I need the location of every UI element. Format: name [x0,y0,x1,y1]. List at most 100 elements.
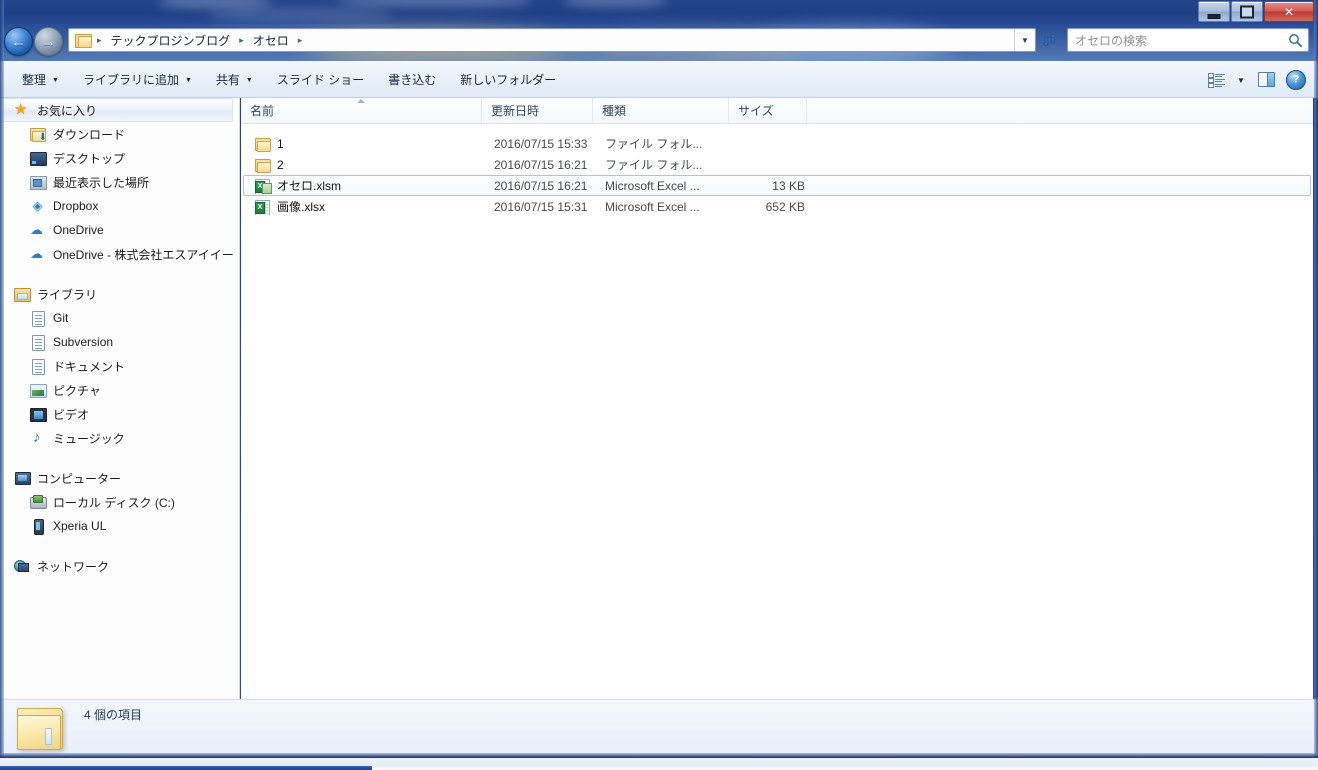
minimize-button[interactable] [1198,1,1230,22]
column-header-type[interactable]: 種類 [593,98,729,123]
sidebar-item-xperia[interactable]: Xperia UL [0,514,239,538]
restore-button[interactable] [1231,1,1263,22]
taskbar[interactable] [0,757,1318,770]
sidebar-group-favorites[interactable]: ★ お気に入り [0,98,233,122]
breadcrumb-separator[interactable]: ▸ [92,35,107,46]
column-header-type-label: 種類 [602,104,627,118]
close-icon: ✕ [1283,4,1295,19]
share-button[interactable]: 共有 ▼ [204,66,265,93]
breadcrumb-item-1[interactable]: オセロ [249,30,293,51]
folder-icon [255,136,271,152]
command-toolbar: 整理 ▼ ライブラリに追加 ▼ 共有 ▼ スライド ショー 書き込む 新しいフォ… [0,61,1318,98]
refresh-button[interactable] [1038,28,1062,52]
sidebar-item-pictures[interactable]: ピクチャ [0,378,239,402]
navigation-pane[interactable]: ★ お気に入り ⬇ ダウンロード デスクトップ 最近表示した場所 ◈ Dropb… [0,98,240,699]
sidebar-item-desktop[interactable]: デスクトップ [0,146,239,170]
window-frame-left [0,0,4,757]
view-options-icon [1207,72,1225,88]
burn-button[interactable]: 書き込む [376,66,448,93]
title-bar[interactable]: ✕ [0,0,1318,24]
table-row[interactable]: X 画像.xlsx 2016/07/15 15:31 Microsoft Exc… [243,196,1311,217]
column-header-row: 名前 更新日時 種類 サイズ [241,98,1313,124]
videos-icon [30,406,47,422]
address-bar-row: ← → ▼ ▸ テックプロジンブログ ▸ オセロ ▸ [0,24,1318,61]
sidebar-item-dropbox[interactable]: ◈ Dropbox [0,194,239,218]
sidebar-item-documents-label: ドキュメント [53,359,126,374]
sidebar-item-music[interactable]: ♪ ミュージック [0,426,239,450]
view-dropdown-button[interactable]: ▼ [1232,67,1250,93]
sidebar-item-subversion[interactable]: Subversion [0,330,239,354]
file-type-cell: Microsoft Excel ... [605,199,700,214]
sidebar-item-onedrive[interactable]: ☁ OneDrive [0,218,239,242]
sidebar-item-recent-places-label: 最近表示した場所 [53,175,150,190]
sidebar-item-onedrive-business[interactable]: ☁ OneDrive - 株式会社エスアイイー [0,242,239,266]
table-row[interactable]: 1 2016/07/15 15:33 ファイル フォル... [243,133,1311,154]
file-date-cell: 2016/07/15 15:33 [494,136,588,151]
address-dropdown-button[interactable]: ▼ [1014,29,1035,51]
breadcrumb-item-0[interactable]: テックプロジンブログ [107,30,235,51]
chevron-down-icon: ▼ [184,77,192,84]
sidebar-item-local-disk[interactable]: ローカル ディスク (C:) [0,490,239,514]
chevron-down-icon: ▼ [52,77,59,84]
help-button[interactable]: ? [1282,67,1310,93]
sidebar-item-local-disk-label: ローカル ディスク (C:) [53,495,175,510]
column-header-date[interactable]: 更新日時 [482,98,593,123]
pictures-icon [30,382,47,398]
sidebar-item-recent-places[interactable]: 最近表示した場所 [0,170,239,194]
sidebar-group-network-label: ネットワーク [37,559,110,574]
column-header-name[interactable]: 名前 [241,98,482,123]
search-icon [1282,33,1308,48]
column-header-name-label: 名前 [250,104,275,118]
forward-button[interactable]: → [34,27,63,56]
sidebar-item-videos-label: ビデオ [53,407,90,422]
sidebar-group-libraries[interactable]: ライブラリ [0,282,239,306]
sidebar-item-desktop-label: デスクトップ [53,151,126,166]
slideshow-button[interactable]: スライド ショー [265,66,376,93]
search-input[interactable]: オセロの検索 [1068,32,1282,49]
preview-pane-button[interactable] [1252,67,1280,93]
add-to-library-button[interactable]: ライブラリに追加 ▼ [71,66,204,93]
library-folder-icon [30,334,46,351]
sidebar-group-network[interactable]: ネットワーク [0,554,239,578]
library-icon [14,286,31,302]
documents-icon [30,358,46,375]
sidebar-group-computer[interactable]: コンピューター [0,466,239,490]
folder-icon [255,157,271,173]
sidebar-item-music-label: ミュージック [53,431,125,446]
sidebar-item-documents[interactable]: ドキュメント [0,354,239,378]
slideshow-label: スライド ショー [276,73,365,87]
desktop-icon [30,150,47,166]
close-button[interactable]: ✕ [1264,1,1314,22]
address-bar[interactable]: ▸ テックプロジンブログ ▸ オセロ ▸ ▼ [68,28,1036,52]
new-folder-label: 新しいフォルダー [460,73,557,87]
sidebar-item-downloads[interactable]: ⬇ ダウンロード [0,122,239,146]
table-row[interactable]: 2 2016/07/15 16:21 ファイル フォル... [243,154,1311,175]
chevron-down-icon: ▼ [1021,35,1029,45]
sidebar-item-videos[interactable]: ビデオ [0,402,239,426]
explorer-window: ✕ ← → ▼ [0,0,1318,757]
file-name-label: 画像.xlsx [277,200,326,214]
back-button[interactable]: ← [4,27,33,56]
new-folder-button[interactable]: 新しいフォルダー [448,66,568,93]
forward-arrow-icon: → [41,33,56,50]
change-view-button[interactable] [1202,67,1230,93]
file-list-pane[interactable]: 名前 更新日時 種類 サイズ 1 2016/07/15 15:33 ファイル フ… [241,98,1313,699]
search-box[interactable]: オセロの検索 [1067,28,1309,52]
computer-icon [14,470,31,486]
column-header-size[interactable]: サイズ [729,98,807,123]
file-name-cell: X オセロ.xlsm [244,177,485,194]
organize-label: 整理 [22,73,47,87]
file-name-cell: 2 [244,157,485,173]
excel-icon: X [255,199,271,215]
back-arrow-icon: ← [11,33,26,50]
sidebar-item-dropbox-label: Dropbox [53,199,99,213]
organize-button[interactable]: 整理 ▼ [10,66,71,93]
star-icon: ★ [14,101,28,118]
table-row[interactable]: X オセロ.xlsm 2016/07/15 16:21 Microsoft Ex… [243,175,1311,196]
sidebar-item-git[interactable]: Git [0,306,239,330]
file-size-cell: 652 KB [765,199,805,214]
breadcrumb-separator[interactable]: ▸ [234,35,249,46]
recent-places-icon [30,174,47,190]
breadcrumb-separator[interactable]: ▸ [293,35,308,46]
